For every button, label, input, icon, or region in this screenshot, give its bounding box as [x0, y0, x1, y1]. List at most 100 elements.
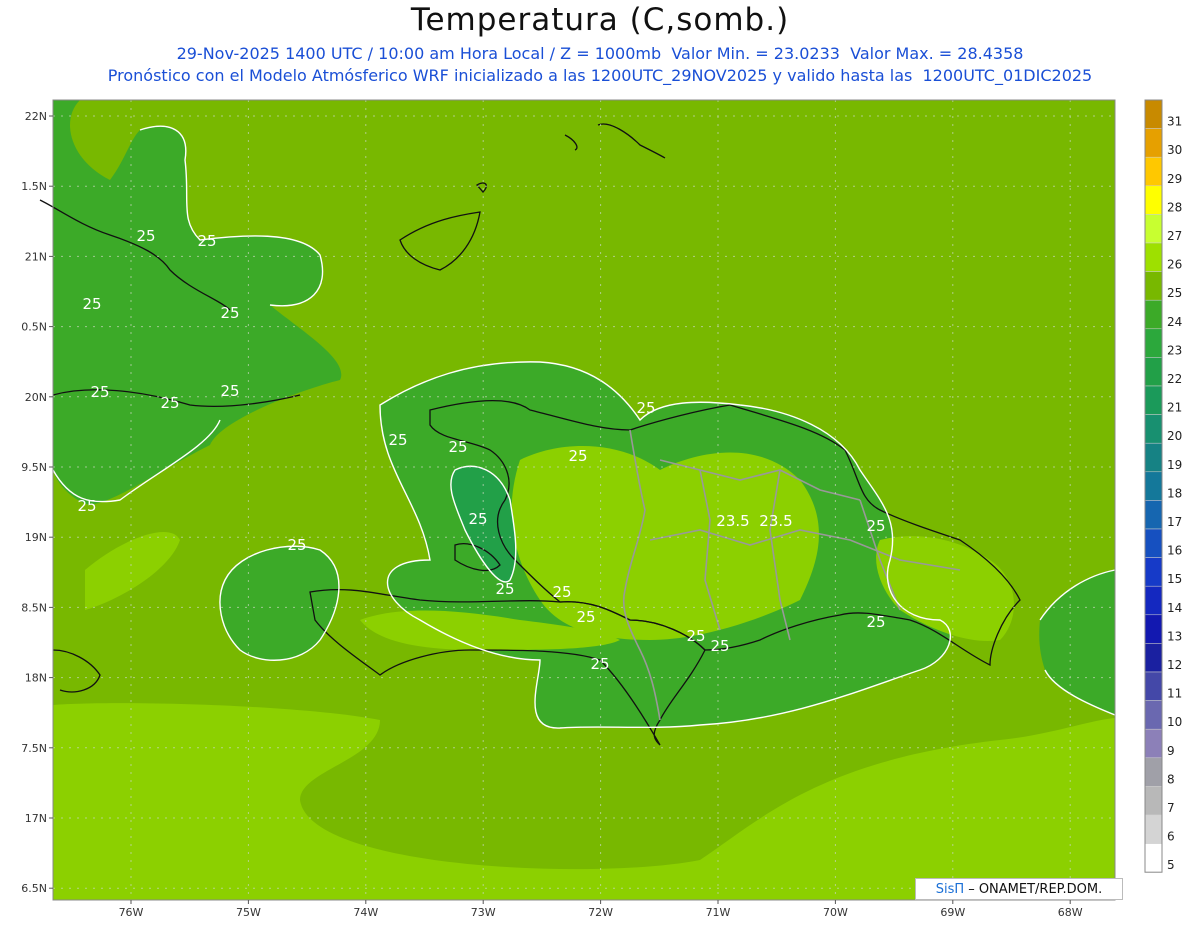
- colorbar-label: 30: [1167, 143, 1182, 157]
- colorbar-cell: [1144, 185, 1163, 215]
- colorbar-label: 24: [1167, 315, 1182, 329]
- colorbar-cell: [1144, 700, 1163, 730]
- colorbar-label: 12: [1167, 658, 1182, 672]
- contour-label: 23.5: [716, 512, 749, 530]
- lon-tick-label: 75W: [236, 906, 261, 919]
- contour-label: 25: [90, 383, 109, 401]
- model-info-line: Pronóstico con el Modelo Atmósferico WRF…: [107, 66, 1093, 85]
- credit-text: – ONAMET/REP.DOM.: [968, 881, 1103, 897]
- contour-label: 25: [220, 382, 239, 400]
- colorbar-label: 8: [1167, 772, 1175, 786]
- lat-tick-label: 0.5N: [21, 321, 47, 334]
- lon-tick-label: 70W: [823, 906, 848, 919]
- colorbar-cell: [1144, 843, 1163, 873]
- colorbar-label: 18: [1167, 486, 1182, 500]
- latitude-axis: 22N 1.5N 21N 0.5N 20N 9.5N 19N 8.5N 18N 7.5N 17N 6.…: [21, 110, 53, 895]
- colorbar-cell: [1144, 643, 1163, 673]
- colorbar-cell: [1144, 786, 1163, 816]
- lon-tick-label: 68W: [1058, 906, 1083, 919]
- colorbar-label: 6: [1167, 830, 1175, 844]
- colorbar-label: 26: [1167, 258, 1182, 272]
- colorbar-label: 11: [1167, 687, 1182, 701]
- contour-label: 25: [287, 536, 306, 554]
- colorbar-cell: [1144, 757, 1163, 787]
- contour-label: 25: [686, 627, 705, 645]
- colorbar-label: 19: [1167, 458, 1182, 472]
- contour-label: 25: [636, 399, 655, 417]
- colorbar-cell: [1144, 528, 1163, 558]
- colorbar-label: 23: [1167, 343, 1182, 357]
- lat-tick-label: 8.5N: [21, 601, 47, 614]
- contour-label: 25: [590, 655, 609, 673]
- lon-tick-label: 76W: [119, 906, 144, 919]
- longitude-axis: 76W 75W 74W 73W 72W 71W 70W 69W 68W: [119, 900, 1083, 919]
- lon-tick-label: 71W: [706, 906, 731, 919]
- colorbar-label: 15: [1167, 572, 1182, 586]
- lat-tick-label: 18N: [25, 672, 47, 685]
- contour-label: 25: [710, 637, 729, 655]
- colorbar-label: 27: [1167, 229, 1182, 243]
- colorbar-cell: [1144, 671, 1163, 701]
- lat-tick-label: 9.5N: [21, 461, 47, 474]
- contour-label: 25: [568, 447, 587, 465]
- colorbar-cell: [1144, 442, 1163, 473]
- colorbar-cell: [1144, 328, 1163, 358]
- colorbar-cell: [1144, 299, 1163, 330]
- lon-tick-label: 69W: [940, 906, 965, 919]
- contour-label: 25: [448, 438, 467, 456]
- contour-label: 25: [866, 613, 885, 631]
- lat-tick-label: 1.5N: [21, 180, 47, 193]
- contour-label: 25: [160, 394, 179, 412]
- colorbar-cell: [1144, 614, 1163, 644]
- colorbar-cell: [1144, 214, 1163, 244]
- colorbar-label: 13: [1167, 629, 1182, 643]
- contour-label: 25: [576, 608, 595, 626]
- colorbar-label: 21: [1167, 401, 1182, 415]
- colorbar-cell: [1144, 814, 1163, 844]
- colorbar-cell: [1144, 728, 1163, 759]
- lat-tick-label: 20N: [25, 391, 47, 404]
- lat-tick-label: 21N: [25, 250, 47, 263]
- contour-label: 25: [136, 227, 155, 245]
- colorbar-label: 20: [1167, 429, 1182, 443]
- colorbar-cell: [1144, 471, 1163, 501]
- contour-label: 25: [468, 510, 487, 528]
- colorbar-cell: [1144, 128, 1163, 158]
- colorbar-label: 31: [1167, 115, 1182, 129]
- colorbar-label: 22: [1167, 372, 1182, 386]
- colorbar-cell: [1144, 500, 1163, 530]
- lon-tick-label: 72W: [588, 906, 613, 919]
- contour-label: 25: [495, 580, 514, 598]
- lon-tick-label: 74W: [353, 906, 378, 919]
- colorbar-cell: [1144, 557, 1163, 587]
- colorbar-label: 17: [1167, 515, 1182, 529]
- lon-tick-label: 73W: [471, 906, 496, 919]
- credit-box: SisΠ – ONAMET/REP.DOM.: [915, 878, 1123, 900]
- colorbar-cell: [1144, 99, 1163, 129]
- contour-label: 25: [220, 304, 239, 322]
- lat-tick-label: 7.5N: [21, 742, 47, 755]
- colorbar-cell: [1144, 271, 1163, 301]
- lat-tick-label: 17N: [25, 812, 47, 825]
- lat-tick-label: 19N: [25, 531, 47, 544]
- colorbar-cell: [1144, 414, 1163, 444]
- warm-interior: [511, 446, 819, 640]
- contour-label: 25: [77, 497, 96, 515]
- colorbar-label: 10: [1167, 715, 1182, 729]
- colorbar-label: 28: [1167, 200, 1182, 214]
- colorbar-cell: [1144, 242, 1163, 272]
- lat-tick-label: 22N: [25, 110, 47, 123]
- colorbar-label: 25: [1167, 286, 1182, 300]
- colorbar-cell: [1144, 585, 1163, 616]
- contour-label: 25: [552, 583, 571, 601]
- colorbar-label: 5: [1167, 858, 1175, 872]
- colorbar-cell: [1144, 385, 1163, 415]
- contour-label: 25: [82, 295, 101, 313]
- colorbar-label: 14: [1167, 601, 1182, 615]
- run-info-line: 29-Nov-2025 1400 UTC / 10:00 am Hora Loc…: [176, 44, 1024, 63]
- lat-tick-label: 6.5N: [21, 882, 47, 895]
- forecast-map: 25 25 25 25 25 25 25 25 25 25 25 25 25 23.5 23.5 25 25 25…: [21, 99, 1182, 919]
- colorbar-label: 16: [1167, 544, 1182, 558]
- colorbar-label: 29: [1167, 172, 1182, 186]
- map-title: Temperatura (C,somb.): [410, 2, 790, 38]
